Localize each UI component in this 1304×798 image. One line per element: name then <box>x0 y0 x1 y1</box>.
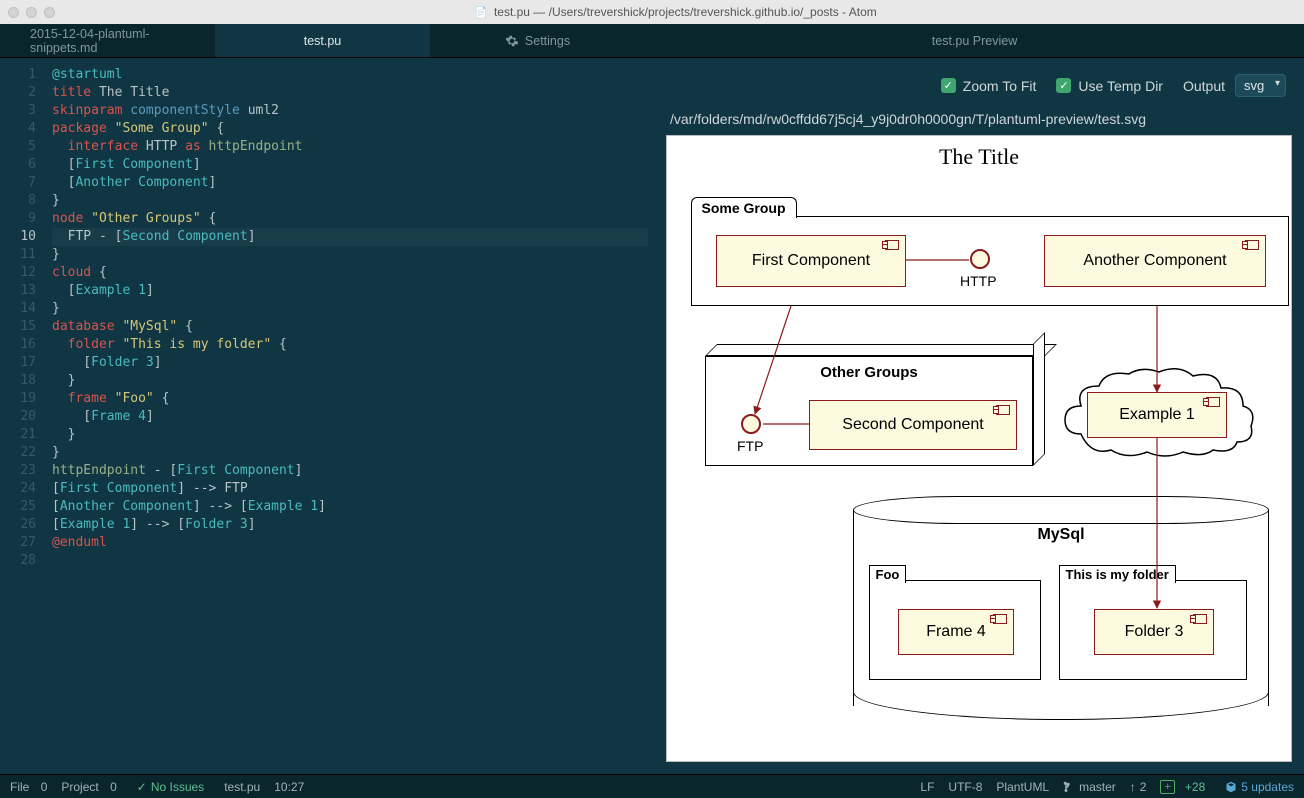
status-bar: File 0 Project 0 ✓ No Issues test.pu 10:… <box>0 774 1304 798</box>
package-label: Some Group <box>691 197 797 218</box>
interface-http <box>970 249 990 269</box>
package-icon <box>1225 781 1237 793</box>
code-editor[interactable]: 1234567891011121314151617181920212223242… <box>0 58 654 774</box>
interface-ftp <box>741 414 761 434</box>
window-titlebar: 📄 test.pu — /Users/trevershick/projects/… <box>0 0 1304 24</box>
output-select-group: Output svg <box>1183 74 1286 97</box>
component-frame4: Frame 4 <box>898 609 1014 655</box>
folder-my-folder: This is my folder Folder 3 <box>1059 580 1247 680</box>
preview-toolbar: ✓Zoom To Fit ✓Use Temp Dir Output svg <box>666 74 1292 111</box>
status-project-diagnostics[interactable]: Project 0 <box>61 780 116 794</box>
status-file-diagnostics[interactable]: File 0 <box>10 780 47 794</box>
status-no-issues[interactable]: ✓ No Issues <box>131 780 210 794</box>
status-encoding[interactable]: UTF-8 <box>948 780 982 794</box>
frame-label: Foo <box>869 565 907 583</box>
database-mysql: MySql Foo Frame 4 This is my folder Fold… <box>853 496 1269 720</box>
status-line-ending[interactable]: LF <box>920 780 934 794</box>
line-gutter: 1234567891011121314151617181920212223242… <box>0 58 46 774</box>
component-example1: Example 1 <box>1087 392 1227 438</box>
status-grammar[interactable]: PlantUML <box>996 780 1049 794</box>
tab-snippets-file[interactable]: 2015-12-04-plantuml-snippets.md <box>0 24 215 57</box>
tab-test-pu[interactable]: test.pu <box>215 24 430 57</box>
interface-ftp-label: FTP <box>737 438 763 454</box>
preview-path: /var/folders/md/rw0cffdd67j5cj4_y9j0dr0h… <box>666 111 1292 135</box>
zoom-to-fit-checkbox[interactable]: ✓Zoom To Fit <box>941 78 1037 94</box>
database-label: MySql <box>853 526 1269 544</box>
component-second: Second Component <box>809 400 1017 450</box>
output-label: Output <box>1183 78 1225 94</box>
package-some-group: Some Group First Component HTTP Another … <box>691 216 1289 306</box>
status-git-branch[interactable]: master <box>1063 780 1116 794</box>
gear-icon <box>505 34 519 48</box>
tab-settings[interactable]: Settings <box>430 24 645 57</box>
status-filename[interactable]: test.pu <box>224 780 260 794</box>
interface-http-label: HTTP <box>960 273 997 289</box>
frame-foo: Foo Frame 4 <box>869 580 1041 680</box>
status-cursor[interactable]: 10:27 <box>274 780 304 794</box>
tab-bar: 2015-12-04-plantuml-snippets.md test.pu … <box>0 24 1304 58</box>
node-other-groups: Other Groups FTP Second Component <box>705 356 1033 466</box>
diagram-canvas: The Title Some Group First Component HTT… <box>666 135 1292 762</box>
node-label: Other Groups <box>705 364 1033 381</box>
code-area[interactable]: @startumltitle The Titleskinparam compon… <box>46 58 654 774</box>
window-title: test.pu — /Users/trevershick/projects/tr… <box>494 5 877 19</box>
status-updates[interactable]: 5 updates <box>1225 780 1294 794</box>
git-branch-icon <box>1063 781 1075 793</box>
component-first: First Component <box>716 235 906 287</box>
preview-pane: ✓Zoom To Fit ✓Use Temp Dir Output svg /v… <box>654 58 1304 774</box>
component-folder3: Folder 3 <box>1094 609 1214 655</box>
folder-label: This is my folder <box>1059 565 1176 583</box>
use-temp-dir-checkbox[interactable]: ✓Use Temp Dir <box>1056 78 1163 94</box>
diagram-title: The Title <box>667 136 1291 170</box>
status-git-ahead[interactable]: ↑ 2 <box>1130 780 1147 794</box>
status-git-diff[interactable]: ++28 <box>1160 780 1211 794</box>
component-another: Another Component <box>1044 235 1266 287</box>
document-icon: 📄 <box>474 6 488 19</box>
tab-preview[interactable]: test.pu Preview <box>645 24 1304 57</box>
output-select[interactable]: svg <box>1235 74 1286 97</box>
traffic-lights[interactable] <box>8 7 55 18</box>
